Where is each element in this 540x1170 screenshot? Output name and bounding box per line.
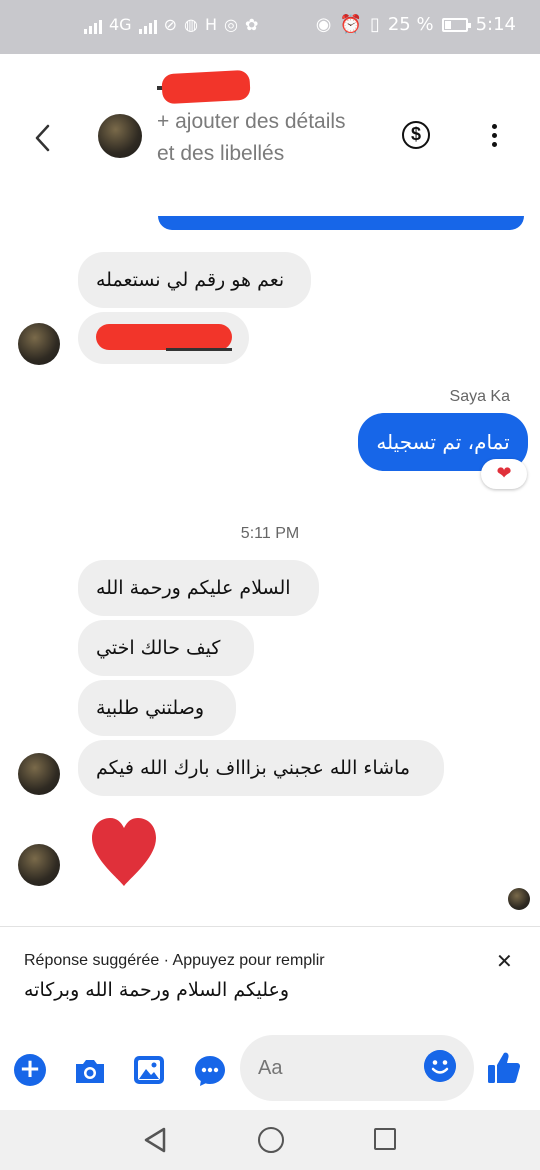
battery-percent: 25 % bbox=[387, 14, 434, 35]
suggested-reply-text[interactable]: وعليكم السلام ورحمة الله وبركاته bbox=[24, 979, 289, 1001]
status-bar: 4G ⊘ ◍ H ◎ ✿ ◉ ⏰ ▯ 25 % 5:14 bbox=[0, 0, 540, 54]
messenger-icon: ◍ bbox=[183, 15, 198, 34]
add-details-link[interactable]: + ajouter des détails et des libellés bbox=[157, 106, 357, 170]
battery-icon bbox=[441, 17, 471, 32]
emoji-icon[interactable] bbox=[424, 1050, 456, 1082]
heart-reaction-icon[interactable]: ❤ bbox=[481, 459, 527, 489]
more-options-icon[interactable] bbox=[486, 124, 502, 150]
sender-avatar[interactable] bbox=[18, 844, 60, 886]
carrier-letter: H bbox=[204, 15, 217, 34]
back-arrow-icon[interactable] bbox=[28, 118, 58, 158]
previous-message-bubble-edge bbox=[158, 216, 524, 230]
gallery-icon[interactable] bbox=[133, 1055, 165, 1085]
incoming-message[interactable]: نعم هو رقم لي نستعمله bbox=[78, 252, 311, 308]
suggested-reply-label: Réponse suggérée · Appuyez pour remplir bbox=[24, 952, 325, 969]
camera-icon[interactable] bbox=[73, 1057, 107, 1085]
incoming-message[interactable]: السلام عليكم ورحمة الله bbox=[78, 560, 319, 616]
timestamp: 5:11 PM bbox=[240, 525, 300, 542]
sender-avatar[interactable] bbox=[18, 753, 60, 795]
redacted-phone-number bbox=[96, 324, 232, 354]
composer-bar: + bbox=[0, 1026, 540, 1110]
signal-icon-2 bbox=[138, 16, 157, 34]
instagram-icon: ◎ bbox=[223, 15, 238, 34]
incoming-message[interactable]: كيف حالك اختي bbox=[78, 620, 254, 676]
clock: 5:14 bbox=[475, 14, 516, 35]
redacted-contact-name bbox=[161, 69, 251, 105]
nav-back-icon[interactable] bbox=[142, 1126, 170, 1154]
payment-icon[interactable]: $ bbox=[402, 121, 430, 149]
vibrate-icon: ▯ bbox=[369, 14, 380, 35]
system-nav-bar bbox=[0, 1110, 540, 1170]
chat-bubble-icon[interactable] bbox=[193, 1054, 227, 1088]
heart-sticker-icon[interactable] bbox=[88, 814, 160, 890]
sender-avatar[interactable] bbox=[18, 323, 60, 365]
contact-avatar[interactable] bbox=[98, 114, 142, 158]
seen-receipt-avatar bbox=[508, 888, 530, 910]
app-icon: ✿ bbox=[244, 15, 259, 34]
incoming-message[interactable]: وصلتني طلبية bbox=[78, 680, 236, 736]
eye-icon: ◉ bbox=[315, 14, 332, 35]
sender-name: Saya Ka bbox=[449, 388, 510, 405]
nav-recents-icon[interactable] bbox=[374, 1128, 396, 1150]
suggested-reply-panel: Réponse suggérée · Appuyez pour remplir … bbox=[0, 926, 540, 1024]
thumbs-up-icon[interactable] bbox=[486, 1050, 522, 1086]
navigation-icon: ⊘ bbox=[163, 15, 177, 34]
plus-icon[interactable]: + bbox=[14, 1054, 46, 1086]
nav-home-icon[interactable] bbox=[258, 1127, 284, 1153]
close-icon[interactable]: ✕ bbox=[496, 949, 513, 973]
alarm-icon: ⏰ bbox=[339, 14, 362, 35]
signal-icon bbox=[84, 16, 102, 34]
network-type: 4G bbox=[109, 15, 132, 34]
incoming-message[interactable]: ماشاء الله عجبني بزاااف بارك الله فيكم bbox=[78, 740, 444, 796]
